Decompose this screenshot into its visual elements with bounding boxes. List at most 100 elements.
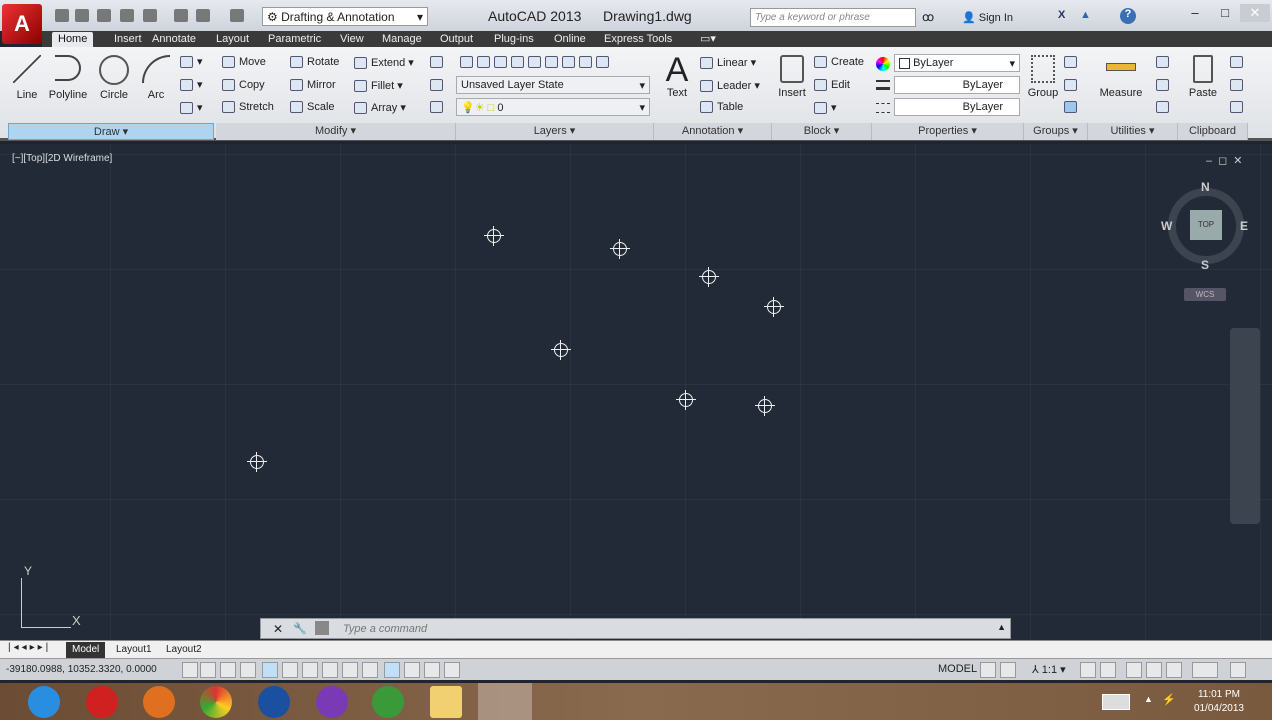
binoculars-icon[interactable]: ꝏ xyxy=(922,10,934,24)
tab-parametric[interactable]: Parametric xyxy=(262,32,327,47)
create-block-button[interactable]: Create xyxy=(814,56,864,69)
undo-icon[interactable] xyxy=(196,9,210,22)
workspace-switching-icon[interactable] xyxy=(1126,662,1142,678)
selection-cycling-icon[interactable] xyxy=(424,662,440,678)
chrome-icon[interactable] xyxy=(200,686,232,718)
open-icon[interactable] xyxy=(75,9,89,22)
tab-model[interactable]: Model xyxy=(66,642,106,658)
tab-annotate[interactable]: Annotate xyxy=(146,32,202,47)
annotation-visibility-icon[interactable] xyxy=(1080,662,1096,678)
table-button[interactable]: Table xyxy=(700,101,743,114)
lineweight-dropdown[interactable]: ByLayer xyxy=(894,76,1020,94)
layer-state-dropdown[interactable]: Unsaved Layer State ▾ xyxy=(456,76,650,94)
clipboard-panel-title[interactable]: Clipboard xyxy=(1178,123,1248,140)
bittorrent-icon[interactable] xyxy=(316,686,348,718)
close-icon[interactable]: ✕ xyxy=(273,622,283,636)
tab-layout[interactable]: Layout xyxy=(210,32,255,47)
viewport-window-controls[interactable]: –◻✕ xyxy=(1206,154,1248,167)
print-icon[interactable] xyxy=(174,9,188,22)
fillet-button[interactable]: Fillet ▾ xyxy=(354,79,403,93)
lineweight-toggle-icon[interactable] xyxy=(362,662,378,678)
opera-icon[interactable] xyxy=(86,686,118,718)
auto-scale-icon[interactable] xyxy=(1100,662,1116,678)
modify-panel-title[interactable]: Modify ▾ xyxy=(216,123,456,140)
annotation-panel-title[interactable]: Annotation ▾ xyxy=(654,123,772,140)
extend-button[interactable]: Extend ▾ xyxy=(354,56,414,70)
cut-button[interactable] xyxy=(1230,56,1247,69)
bluetooth-icon[interactable] xyxy=(258,686,290,718)
circle-button[interactable]: Circle xyxy=(96,55,132,101)
polyline-button[interactable]: Polyline xyxy=(46,55,90,101)
move-button[interactable]: Move xyxy=(222,56,266,69)
file-explorer-icon[interactable] xyxy=(430,686,462,718)
point-marker[interactable] xyxy=(676,390,696,410)
scale-button[interactable]: Scale xyxy=(290,101,335,114)
paste-button[interactable]: Paste xyxy=(1186,55,1220,99)
linear-button[interactable]: Linear ▾ xyxy=(700,56,756,70)
otrack-icon[interactable] xyxy=(302,662,318,678)
annotation-monitor-icon[interactable] xyxy=(444,662,460,678)
annotation-scale-dropdown[interactable]: ⅄ 1:1 ▾ xyxy=(1032,663,1066,676)
edit-block-button[interactable]: Edit xyxy=(814,79,850,92)
point-marker[interactable] xyxy=(764,297,784,317)
quick-properties-icon[interactable] xyxy=(404,662,420,678)
new-icon[interactable] xyxy=(55,9,69,22)
boundary-button[interactable]: ▾ xyxy=(180,101,203,115)
color-dropdown[interactable]: ByLayer ▾ xyxy=(894,54,1020,72)
autocad-taskbar-button[interactable] xyxy=(478,683,532,720)
maximize-button[interactable]: □ xyxy=(1210,4,1240,22)
mirror-button[interactable]: Mirror xyxy=(290,79,336,92)
network-icon[interactable]: ⚡ xyxy=(1162,693,1176,706)
firefox-icon[interactable] xyxy=(143,686,175,718)
layers-panel-title[interactable]: Layers ▾ xyxy=(456,123,654,140)
video-icon[interactable]: ▭▾ xyxy=(694,32,722,47)
point-marker[interactable] xyxy=(610,239,630,259)
arc-button[interactable]: Arc xyxy=(140,55,172,101)
quick-view-drawings-icon[interactable] xyxy=(1000,662,1016,678)
group-button[interactable]: Group xyxy=(1026,55,1060,99)
search-input[interactable]: Type a keyword or phrase xyxy=(750,8,916,27)
quick-select-button[interactable] xyxy=(1156,56,1173,69)
block-panel-title[interactable]: Block ▾ xyxy=(772,123,872,140)
clean-screen-icon[interactable] xyxy=(1230,662,1246,678)
wcs-menu[interactable]: WCS xyxy=(1184,288,1226,301)
infer-constraints-icon[interactable] xyxy=(182,662,198,678)
close-button[interactable]: ✕ xyxy=(1240,4,1270,22)
layer-dropdown[interactable]: 💡☀ □ 0 ▾ xyxy=(456,98,650,116)
isolate-objects-icon[interactable] xyxy=(1192,662,1218,678)
tab-insert[interactable]: Insert xyxy=(108,32,148,47)
autodesk-icon[interactable]: ▲ xyxy=(1080,9,1091,21)
show-hidden-icons[interactable]: ▲ xyxy=(1144,694,1153,704)
layout-nav-arrows[interactable]: |◂◂▸▸| xyxy=(8,642,51,653)
keyboard-icon[interactable] xyxy=(1102,694,1130,710)
sign-in-button[interactable]: 👤 Sign In xyxy=(962,11,1013,24)
internet-explorer-icon[interactable] xyxy=(28,686,60,718)
save-icon[interactable] xyxy=(97,9,111,22)
ortho-icon[interactable] xyxy=(240,662,256,678)
attribute-button[interactable]: ▾ xyxy=(814,101,837,115)
application-menu-button[interactable]: A xyxy=(2,4,42,44)
compass-west[interactable]: W xyxy=(1161,219,1172,233)
tab-view[interactable]: View xyxy=(334,32,370,47)
point-marker[interactable] xyxy=(755,396,775,416)
redo-icon[interactable] xyxy=(230,9,244,22)
offset-button[interactable] xyxy=(430,101,447,114)
tab-layout2[interactable]: Layout2 xyxy=(160,642,208,658)
calculator-button[interactable] xyxy=(1156,101,1173,114)
stretch-button[interactable]: Stretch xyxy=(222,101,274,114)
tab-plug-ins[interactable]: Plug-ins xyxy=(488,32,540,47)
line-button[interactable]: Line xyxy=(12,55,42,101)
point-marker[interactable] xyxy=(551,340,571,360)
tab-output[interactable]: Output xyxy=(434,32,479,47)
copy-clip-button[interactable] xyxy=(1230,79,1247,92)
navigation-bar[interactable] xyxy=(1230,328,1260,524)
workspace-dropdown[interactable]: ⚙ Drafting & Annotation ▾ xyxy=(262,7,428,26)
select-all-button[interactable] xyxy=(1156,79,1173,92)
rectangle-button[interactable]: ▾ xyxy=(180,55,203,69)
hatch-button[interactable]: ▾ xyxy=(180,78,203,92)
rotate-button[interactable]: Rotate xyxy=(290,56,339,69)
properties-panel-title[interactable]: Properties ▾ xyxy=(872,123,1024,140)
osnap-icon[interactable] xyxy=(282,662,298,678)
explode-button[interactable] xyxy=(430,79,447,92)
tab-home[interactable]: Home xyxy=(52,32,94,47)
